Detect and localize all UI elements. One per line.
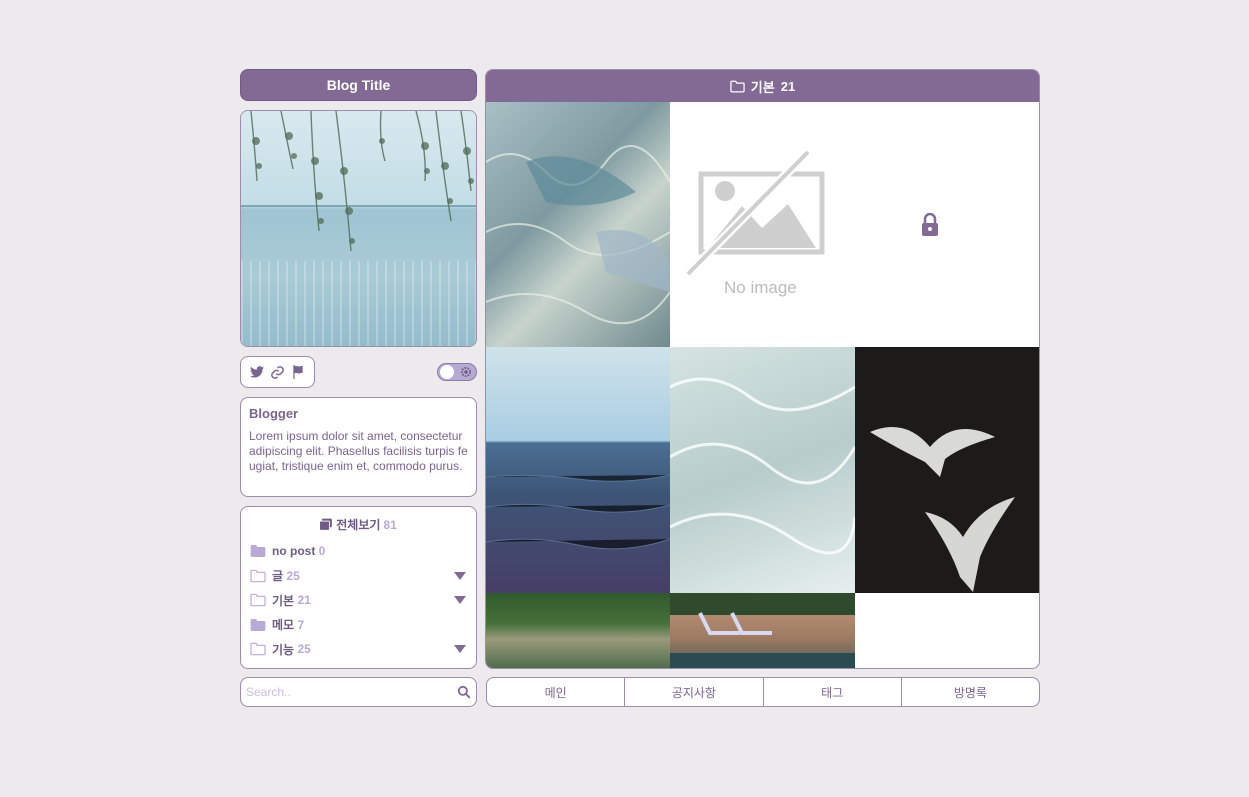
category-all-label: 전체보기 bbox=[336, 518, 381, 532]
category-label: 기본 bbox=[272, 593, 295, 608]
category-label: 메모 bbox=[272, 618, 295, 633]
category-count: 25 bbox=[286, 568, 300, 583]
menu-item-notice[interactable]: 공지사항 bbox=[625, 678, 764, 706]
sidebar: Blog Title Blogger Lorem ipsum dolor sit… bbox=[240, 69, 477, 707]
link-icon[interactable] bbox=[269, 364, 285, 380]
search-box[interactable]: Search.. bbox=[240, 677, 477, 707]
grid-header: 기본 21 bbox=[486, 70, 1039, 102]
lock-icon bbox=[922, 213, 938, 236]
category-item-no-post[interactable]: no post 0 bbox=[250, 539, 466, 564]
gear-icon bbox=[461, 367, 471, 377]
category-count: 25 bbox=[297, 642, 311, 657]
category-label: 기능 bbox=[272, 642, 295, 657]
willow-branches bbox=[250, 111, 474, 252]
post-thumbnail[interactable] bbox=[486, 593, 670, 668]
poolside-chairs-image bbox=[670, 593, 855, 668]
menu-item-guestbook[interactable]: 방명록 bbox=[902, 678, 1039, 706]
post-thumbnail[interactable] bbox=[670, 593, 855, 668]
dark-mode-toggle[interactable] bbox=[437, 363, 477, 381]
menu-item-main[interactable]: 메인 bbox=[487, 678, 626, 706]
blogger-name: Blogger bbox=[249, 406, 299, 421]
grid-header-label: 기본 bbox=[750, 79, 775, 95]
toggle-knob bbox=[440, 365, 454, 379]
blogger-description: Lorem ipsum dolor sit amet, consectetur … bbox=[249, 429, 468, 473]
profile-image bbox=[240, 110, 477, 347]
category-all-count: 81 bbox=[383, 517, 397, 532]
category-item-memo[interactable]: 메모 7 bbox=[250, 613, 466, 638]
category-all[interactable]: 전체보기 81 bbox=[250, 516, 466, 533]
category-count: 21 bbox=[297, 593, 311, 608]
post-thumbnail[interactable] bbox=[670, 347, 855, 593]
post-thumbnail[interactable] bbox=[486, 102, 670, 347]
main-content: 기본 21 No image 메인 공지사항 태그 방명록 bbox=[485, 69, 1040, 707]
bottom-menu: 메인 공지사항 태그 방명록 bbox=[486, 677, 1040, 707]
category-count: 0 bbox=[318, 544, 326, 559]
blog-title[interactable]: Blog Title bbox=[240, 69, 477, 101]
chevron-down-icon[interactable] bbox=[454, 645, 466, 654]
folder-outline-icon bbox=[730, 80, 745, 92]
search-icon[interactable] bbox=[457, 685, 471, 699]
post-grid: 기본 21 No image bbox=[485, 69, 1040, 669]
chevron-down-icon[interactable] bbox=[454, 596, 466, 605]
sea-horizon-image bbox=[486, 474, 670, 550]
no-image-text: No image bbox=[724, 278, 797, 297]
surf-image bbox=[670, 377, 855, 555]
sns-links bbox=[240, 356, 315, 388]
category-label: 글 bbox=[272, 569, 284, 584]
category-list: 전체보기 81 no post 0 글 25 기본 21 메모 7 기능 25 bbox=[240, 506, 477, 669]
category-label: no post bbox=[272, 544, 316, 559]
category-count: 7 bbox=[297, 617, 305, 632]
fish-water-image bbox=[486, 145, 670, 325]
folder-outline-icon bbox=[250, 569, 266, 583]
grid-header-count: 21 bbox=[780, 78, 796, 94]
twitter-icon[interactable] bbox=[249, 364, 265, 380]
flag-icon[interactable] bbox=[290, 364, 306, 380]
no-image-placeholder bbox=[684, 148, 825, 278]
post-thumbnail[interactable] bbox=[855, 347, 1039, 593]
folder-filled-icon bbox=[250, 618, 266, 631]
category-item-gibon[interactable]: 기본 21 bbox=[250, 588, 466, 613]
post-thumbnail[interactable] bbox=[486, 347, 670, 593]
category-item-geul[interactable]: 글 25 bbox=[250, 564, 466, 589]
chevron-down-icon[interactable] bbox=[454, 571, 466, 580]
sns-row bbox=[240, 356, 477, 388]
folder-outline-icon bbox=[250, 593, 266, 607]
search-input[interactable]: Search.. bbox=[246, 685, 291, 699]
posts-stack-icon bbox=[319, 518, 333, 531]
blog-layout: Blog Title Blogger Lorem ipsum dolor sit… bbox=[240, 69, 1040, 707]
doves-image bbox=[870, 427, 1015, 592]
post-thumbnail-locked[interactable]: No image bbox=[670, 102, 1039, 347]
folder-outline-icon bbox=[250, 642, 266, 656]
menu-item-tags[interactable]: 태그 bbox=[764, 678, 902, 706]
category-item-gineung[interactable]: 기능 25 bbox=[250, 637, 466, 662]
profile-card: Blogger Lorem ipsum dolor sit amet, cons… bbox=[240, 397, 477, 497]
folder-filled-icon bbox=[250, 545, 266, 558]
